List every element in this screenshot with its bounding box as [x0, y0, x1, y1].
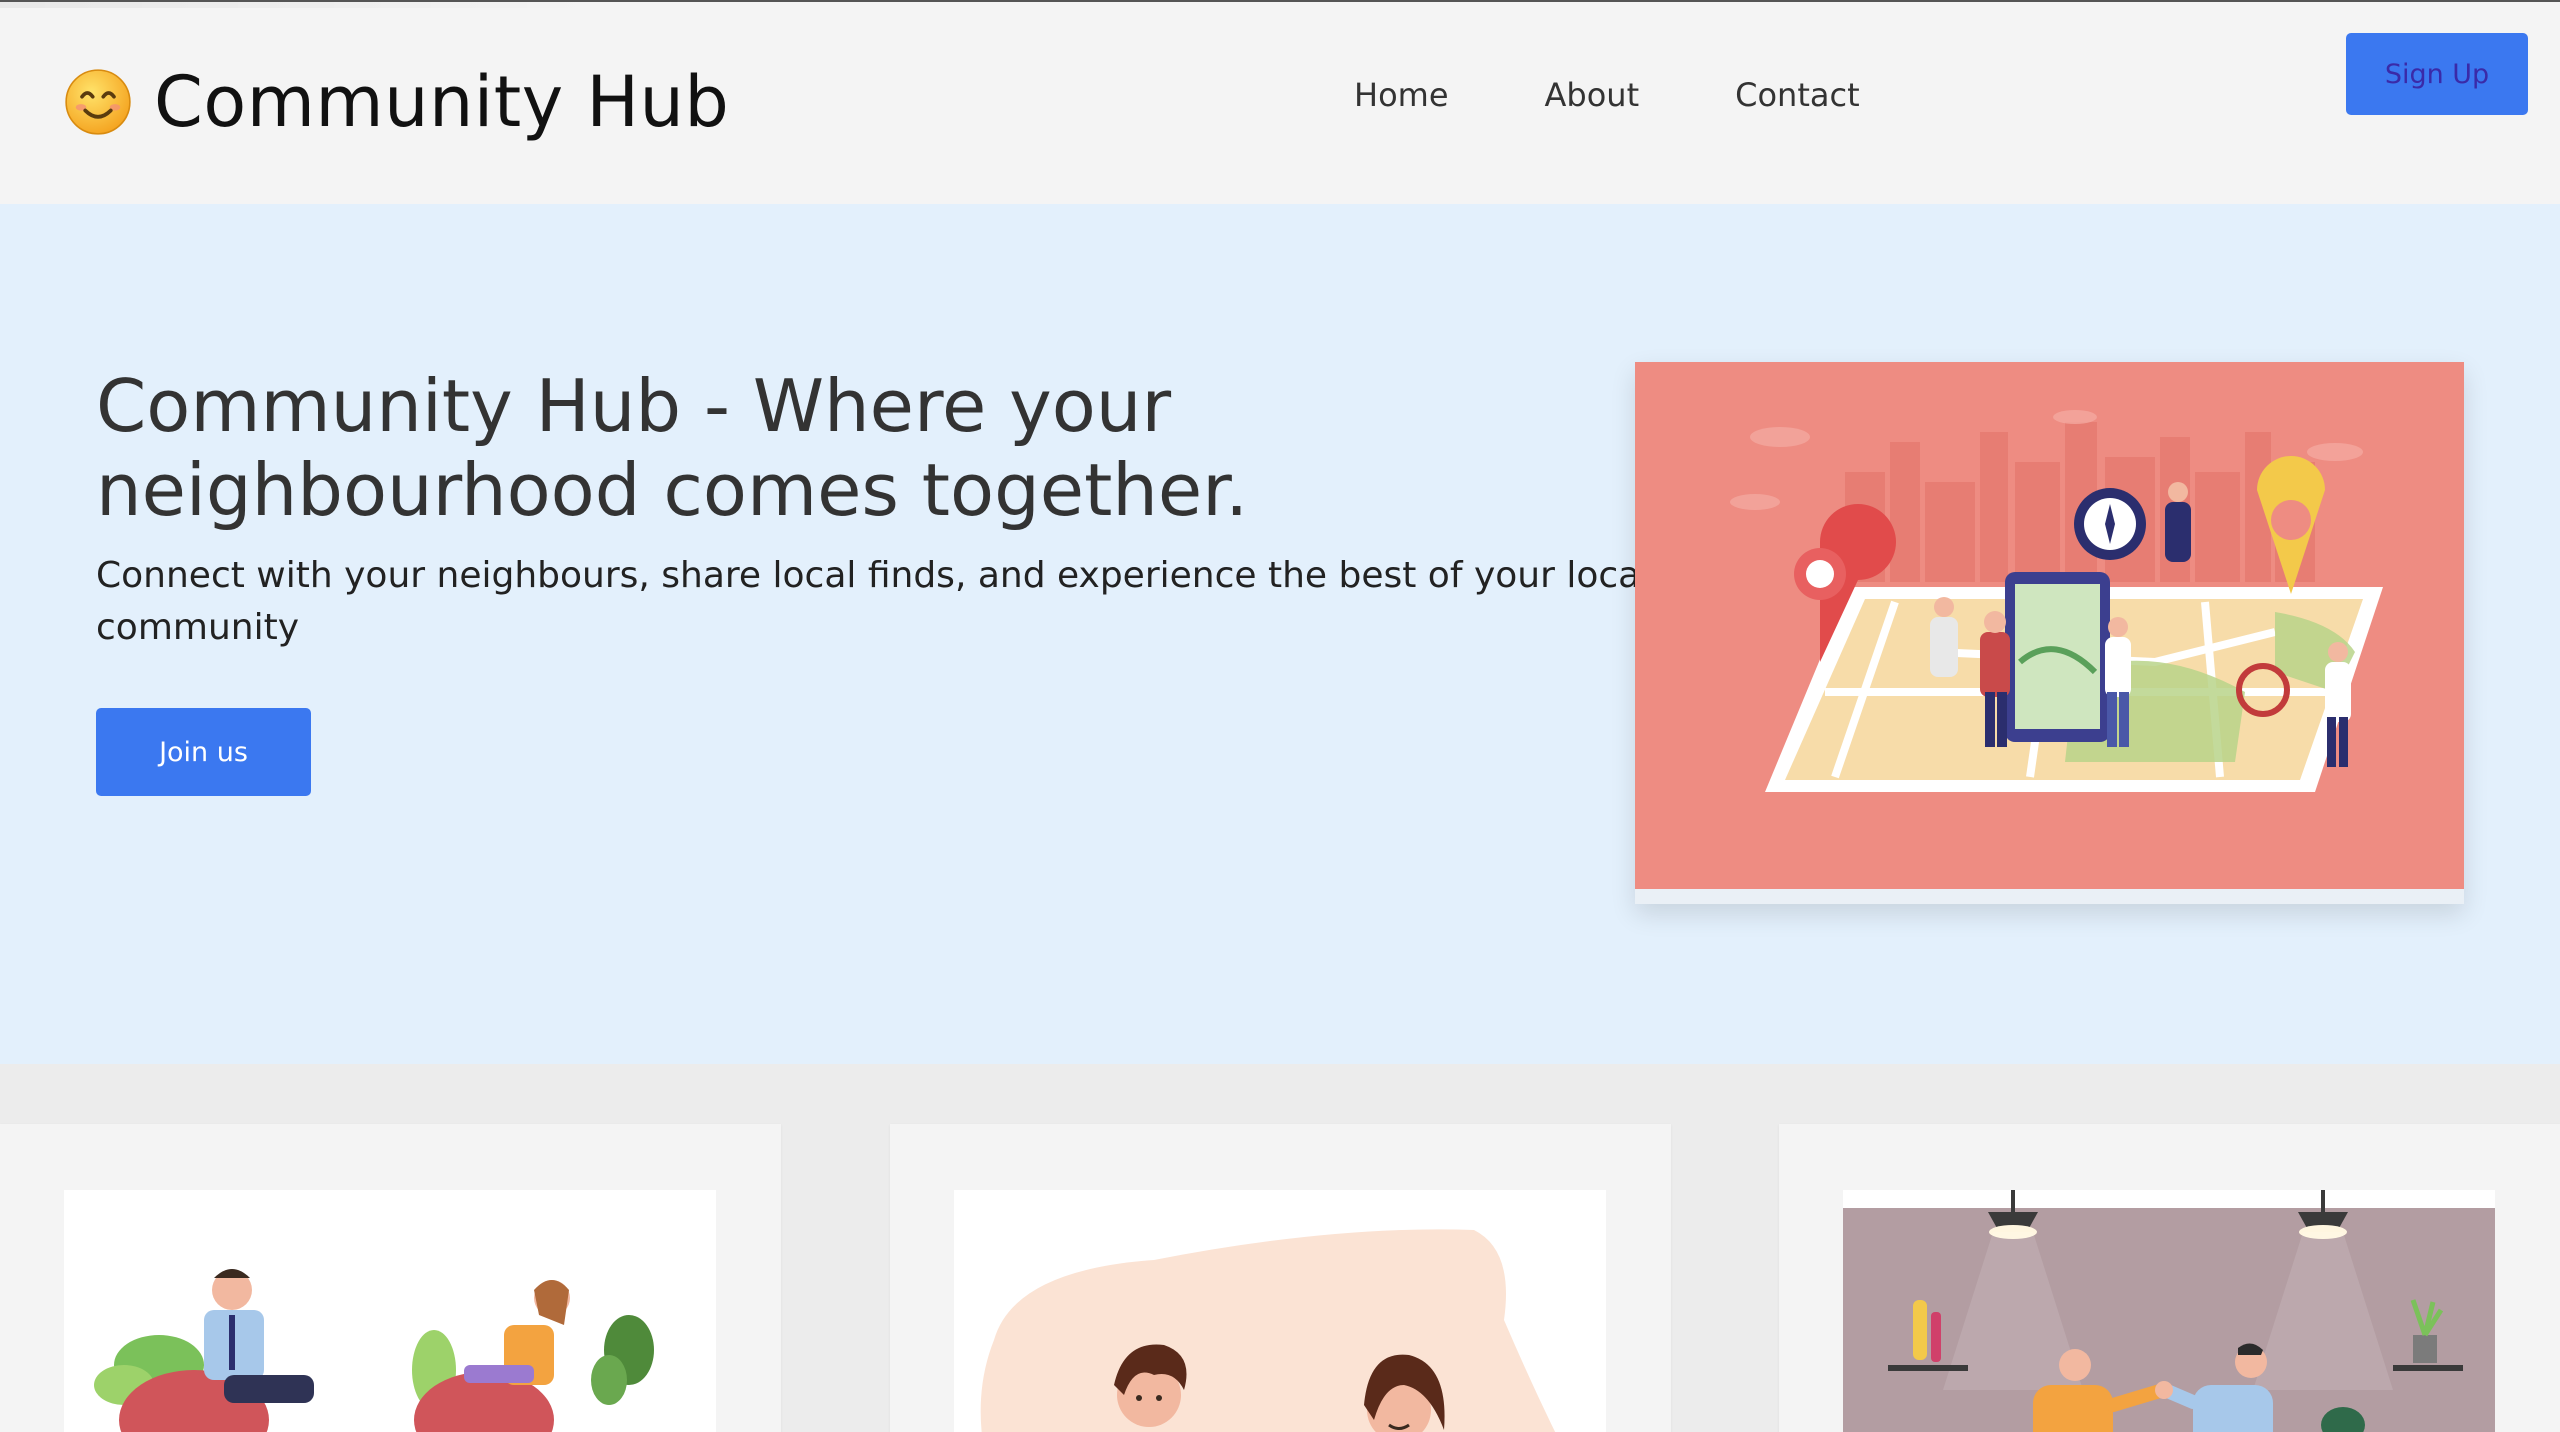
smiling-face-icon — [65, 69, 131, 135]
nav-contact[interactable]: Contact — [1735, 76, 1860, 114]
hero-image-frame — [1635, 362, 2464, 904]
city-map-illustration — [1635, 362, 2464, 889]
sign-up-button[interactable]: Sign Up — [2346, 33, 2528, 115]
feature-card-3 — [1779, 1124, 2560, 1432]
join-us-button[interactable]: Join us — [96, 708, 311, 796]
main-nav: Home About Contact — [1354, 76, 1860, 114]
top-shadow — [0, 2, 600, 8]
hero-title: Community Hub - Where your neighbourhood… — [96, 364, 1249, 532]
site-header: Community Hub Home About Contact Sign Up — [0, 0, 2560, 204]
hero-section: Community Hub - Where your neighbourhood… — [0, 204, 2560, 1064]
feature-card-2 — [890, 1124, 1671, 1432]
card-image-frame — [954, 1190, 1606, 1432]
brand-name: Community Hub — [154, 61, 730, 143]
card-image-frame — [64, 1190, 716, 1432]
nav-about[interactable]: About — [1545, 76, 1640, 114]
people-relaxing-illustration — [64, 1190, 716, 1432]
card-image-frame — [1843, 1190, 2495, 1432]
hero-subtitle: Connect with your neighbours, share loca… — [96, 555, 1651, 648]
handshake-meeting-illustration — [1843, 1190, 2495, 1432]
feature-card-1 — [0, 1124, 781, 1432]
nav-home[interactable]: Home — [1354, 76, 1449, 114]
people-chatting-illustration — [954, 1190, 1606, 1432]
logo[interactable]: Community Hub — [64, 52, 729, 152]
